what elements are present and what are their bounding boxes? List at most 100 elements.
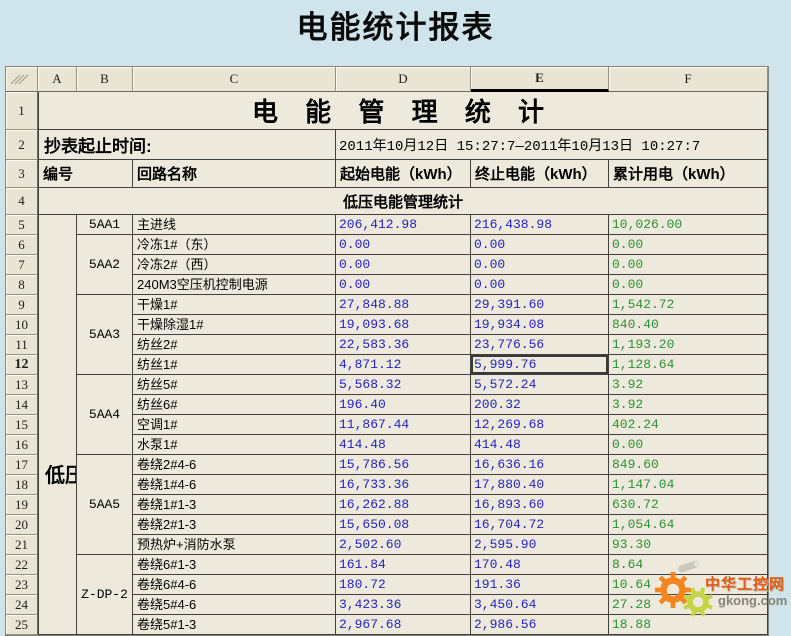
circuit-name-cell[interactable]: 卷绕6#4-6: [133, 575, 336, 595]
row-header-12[interactable]: 12: [6, 355, 38, 375]
end-energy-cell[interactable]: 216,438.98: [471, 215, 609, 235]
end-energy-cell[interactable]: 16,636.16: [471, 455, 609, 475]
start-energy-cell[interactable]: 16,262.88: [336, 495, 471, 515]
circuit-name-cell[interactable]: 卷绕5#1-3: [133, 615, 336, 635]
end-energy-cell[interactable]: 170.48: [471, 555, 609, 575]
row-header-4[interactable]: 4: [6, 188, 38, 215]
circuit-name-cell[interactable]: 干燥1#: [133, 295, 336, 315]
row-header-3[interactable]: 3: [6, 160, 38, 188]
header-start-cell[interactable]: 起始电能（kWh）: [336, 160, 471, 188]
end-energy-cell[interactable]: 2,595.90: [471, 535, 609, 555]
circuit-name-cell[interactable]: 纺丝6#: [133, 395, 336, 415]
header-id-cell[interactable]: 编号: [38, 160, 133, 188]
group-id-cell[interactable]: 5AA1: [77, 215, 133, 235]
circuit-name-cell[interactable]: 卷绕5#4-6: [133, 595, 336, 615]
column-header-a[interactable]: A: [38, 67, 77, 92]
end-energy-cell[interactable]: 12,269.68: [471, 415, 609, 435]
column-header-b[interactable]: B: [77, 67, 133, 92]
circuit-name-cell[interactable]: 卷绕6#1-3: [133, 555, 336, 575]
total-energy-cell[interactable]: 849.60: [609, 455, 768, 475]
header-total-cell[interactable]: 累计用电（kWh）: [609, 160, 768, 188]
row-header-20[interactable]: 20: [6, 515, 38, 535]
row-header-21[interactable]: 21: [6, 535, 38, 555]
row-header-7[interactable]: 7: [6, 255, 38, 275]
start-energy-cell[interactable]: 11,867.44: [336, 415, 471, 435]
circuit-name-cell[interactable]: 卷绕1#1-3: [133, 495, 336, 515]
start-energy-cell[interactable]: 414.48: [336, 435, 471, 455]
end-energy-cell[interactable]: 23,776.56: [471, 335, 609, 355]
circuit-name-cell[interactable]: 干燥除湿1#: [133, 315, 336, 335]
circuit-name-cell[interactable]: 纺丝5#: [133, 375, 336, 395]
end-energy-cell[interactable]: 0.00: [471, 255, 609, 275]
circuit-name-cell[interactable]: 240M3空压机控制电源: [133, 275, 336, 295]
row-header-25[interactable]: 25: [6, 615, 38, 635]
total-energy-cell[interactable]: 630.72: [609, 495, 768, 515]
total-energy-cell[interactable]: 0.00: [609, 435, 768, 455]
end-energy-cell[interactable]: 29,391.60: [471, 295, 609, 315]
start-energy-cell[interactable]: 2,502.60: [336, 535, 471, 555]
total-energy-cell[interactable]: 1,147.04: [609, 475, 768, 495]
circuit-name-cell[interactable]: 卷绕2#1-3: [133, 515, 336, 535]
end-energy-cell[interactable]: 414.48: [471, 435, 609, 455]
start-energy-cell[interactable]: 22,583.36: [336, 335, 471, 355]
total-energy-cell[interactable]: 3.92: [609, 375, 768, 395]
row-header-15[interactable]: 15: [6, 415, 38, 435]
group-id-cell[interactable]: 5AA5: [77, 455, 133, 555]
total-energy-cell[interactable]: 402.24: [609, 415, 768, 435]
end-energy-cell[interactable]: 3,450.64: [471, 595, 609, 615]
row-header-16[interactable]: 16: [6, 435, 38, 455]
end-energy-cell[interactable]: 17,880.40: [471, 475, 609, 495]
total-energy-cell[interactable]: 0.00: [609, 235, 768, 255]
total-energy-cell[interactable]: 93.30: [609, 535, 768, 555]
row-header-9[interactable]: 9: [6, 295, 38, 315]
start-energy-cell[interactable]: 206,412.98: [336, 215, 471, 235]
start-energy-cell[interactable]: 16,733.36: [336, 475, 471, 495]
start-energy-cell[interactable]: 2,967.68: [336, 615, 471, 635]
total-energy-cell[interactable]: 0.00: [609, 275, 768, 295]
row-header-11[interactable]: 11: [6, 335, 38, 355]
start-energy-cell[interactable]: 196.40: [336, 395, 471, 415]
start-energy-cell[interactable]: 180.72: [336, 575, 471, 595]
circuit-name-cell[interactable]: 冷冻1#（东）: [133, 235, 336, 255]
total-energy-cell[interactable]: 3.92: [609, 395, 768, 415]
end-energy-cell[interactable]: 191.36: [471, 575, 609, 595]
row-header-8[interactable]: 8: [6, 275, 38, 295]
row-header-13[interactable]: 13: [6, 375, 38, 395]
row-header-24[interactable]: 24: [6, 595, 38, 615]
end-energy-cell[interactable]: 16,893.60: [471, 495, 609, 515]
start-energy-cell[interactable]: 0.00: [336, 255, 471, 275]
row-header-14[interactable]: 14: [6, 395, 38, 415]
circuit-name-cell[interactable]: 主进线: [133, 215, 336, 235]
start-energy-cell[interactable]: 19,093.68: [336, 315, 471, 335]
circuit-name-cell[interactable]: 水泵1#: [133, 435, 336, 455]
row-header-10[interactable]: 10: [6, 315, 38, 335]
start-energy-cell[interactable]: 4,871.12: [336, 355, 471, 375]
voltage-side-label-cell[interactable]: 低压: [38, 215, 77, 635]
end-energy-cell[interactable]: 19,934.08: [471, 315, 609, 335]
row-header-1[interactable]: 1: [6, 92, 38, 130]
select-all-corner[interactable]: [6, 67, 38, 92]
row-header-17[interactable]: 17: [6, 455, 38, 475]
row-header-5[interactable]: 5: [6, 215, 38, 235]
column-header-c[interactable]: C: [133, 67, 336, 92]
header-end-cell[interactable]: 终止电能（kWh）: [471, 160, 609, 188]
section-title-cell[interactable]: 低压电能管理统计: [38, 188, 768, 215]
row-header-2[interactable]: 2: [6, 130, 38, 160]
circuit-name-cell[interactable]: 卷绕1#4-6: [133, 475, 336, 495]
row-header-23[interactable]: 23: [6, 575, 38, 595]
start-energy-cell[interactable]: 15,650.08: [336, 515, 471, 535]
end-energy-cell[interactable]: 5,572.24: [471, 375, 609, 395]
group-id-cell[interactable]: 5AA2: [77, 235, 133, 295]
end-energy-cell[interactable]: 0.00: [471, 235, 609, 255]
total-energy-cell[interactable]: 1,542.72: [609, 295, 768, 315]
start-energy-cell[interactable]: 5,568.32: [336, 375, 471, 395]
main-title-cell[interactable]: 电 能 管 理 统 计: [38, 92, 768, 130]
end-energy-cell[interactable]: 2,986.56: [471, 615, 609, 635]
circuit-name-cell[interactable]: 预热炉+消防水泵: [133, 535, 336, 555]
column-header-d[interactable]: D: [336, 67, 471, 92]
row-header-18[interactable]: 18: [6, 475, 38, 495]
total-energy-cell[interactable]: 10,026.00: [609, 215, 768, 235]
total-energy-cell[interactable]: 0.00: [609, 255, 768, 275]
start-energy-cell[interactable]: 0.00: [336, 235, 471, 255]
total-energy-cell[interactable]: 840.40: [609, 315, 768, 335]
